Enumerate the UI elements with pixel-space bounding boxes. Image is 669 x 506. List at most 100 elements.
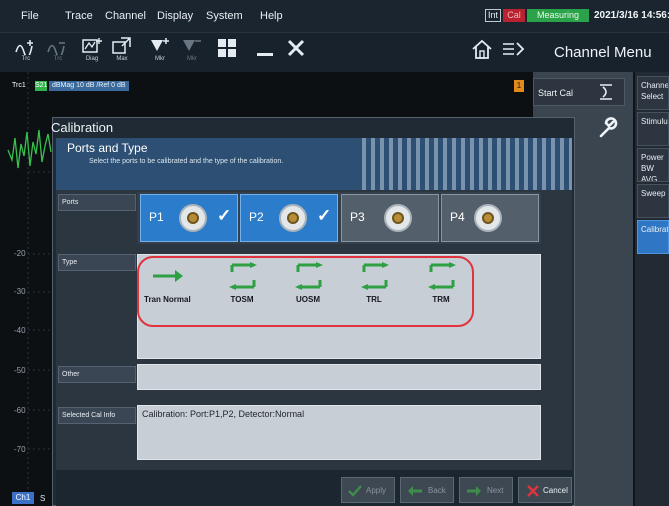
- marker-add-label: Mkr: [155, 56, 165, 62]
- trace-remove-label: Trc: [53, 56, 63, 62]
- start-cal-button[interactable]: Start Cal: [533, 78, 625, 106]
- menu-system[interactable]: System: [206, 10, 243, 22]
- wrench-icon: [599, 117, 618, 138]
- maximize-button[interactable]: Max: [108, 34, 136, 70]
- dialog-title: Calibration: [51, 120, 114, 135]
- next-button[interactable]: Next: [459, 477, 513, 503]
- back-button[interactable]: Back: [400, 477, 454, 503]
- diagram-button[interactable]: Diag: [78, 34, 106, 70]
- type-tosm[interactable]: TOSM: [224, 262, 260, 304]
- port-label: P2: [249, 210, 264, 224]
- home-icon: [472, 39, 492, 59]
- menu-trace[interactable]: Trace: [65, 10, 93, 22]
- other-group: [137, 364, 541, 390]
- sweep-button[interactable]: Sweep: [637, 184, 669, 218]
- menu-file[interactable]: File: [21, 10, 39, 22]
- cancel-button[interactable]: Cancel: [518, 477, 572, 503]
- stimulus-button[interactable]: Stimulus: [637, 112, 669, 146]
- status-cal: Cal: [503, 9, 525, 22]
- type-label: TRM: [432, 295, 450, 304]
- calibration-label: Calibration: [641, 225, 669, 234]
- check-icon: ✓: [217, 206, 232, 225]
- selected-info-text: Calibration: Port:P1,P2, Detector:Normal: [142, 409, 305, 419]
- trace-add-label: Trc: [21, 56, 31, 62]
- power-bw-avg-label: Power BW AVG: [641, 153, 664, 182]
- close-icon: [527, 485, 539, 497]
- trace-param[interactable]: S21: [35, 81, 47, 91]
- ports-row-label: Ports: [58, 194, 136, 211]
- channel-menu-title: Channel Menu: [554, 44, 652, 61]
- channel-tab[interactable]: Ch1: [12, 492, 34, 504]
- dialog-description: Select the ports to be calibrated and th…: [89, 158, 284, 165]
- datetime: 2021/3/16 14:56:: [594, 10, 669, 21]
- type-tran-normal[interactable]: Tran Normal: [144, 262, 191, 304]
- menu-channel[interactable]: Channel: [105, 10, 146, 22]
- marker-remove-label: Mkr: [187, 56, 197, 62]
- cancel-label: Cancel: [543, 486, 568, 495]
- calibration-icon: [600, 84, 612, 100]
- apply-label: Apply: [366, 486, 387, 495]
- back-label: Back: [428, 486, 446, 495]
- stimulus-label: Stimulus: [641, 117, 669, 126]
- arrow-left-icon: [408, 486, 422, 496]
- two-port-cal-icon: [361, 262, 389, 290]
- status-measuring: Measuring: [527, 9, 589, 22]
- next-label: Next: [487, 486, 504, 495]
- port-p3-button[interactable]: P3: [341, 194, 439, 242]
- y-tick: -70: [14, 445, 26, 454]
- windows-button[interactable]: [213, 34, 241, 70]
- sweep-label: Sweep: [641, 189, 666, 198]
- check-icon: [348, 485, 362, 497]
- apply-button[interactable]: Apply: [341, 477, 395, 503]
- connector-icon: [179, 204, 207, 232]
- marker-add-icon: [151, 38, 169, 51]
- y-tick: -20: [14, 249, 26, 258]
- channel-suffix: S: [40, 494, 46, 503]
- diagram-icon: [82, 38, 102, 53]
- two-port-cal-icon: [428, 262, 456, 290]
- trace-remove-button[interactable]: Trc: [44, 34, 72, 70]
- port-label: P3: [350, 210, 365, 224]
- trace-remove-icon: [47, 42, 65, 55]
- port-p2-button[interactable]: P2 ✓: [240, 194, 338, 242]
- arrow-right-icon: [467, 486, 481, 496]
- type-label: Tran Normal: [144, 295, 191, 304]
- y-tick: -30: [14, 287, 26, 296]
- menu-expand-button[interactable]: [500, 34, 528, 70]
- y-tick: -40: [14, 326, 26, 335]
- marker-remove-icon: [183, 40, 201, 51]
- other-row-label: Other: [58, 366, 136, 383]
- channel-select-label: Channel Select: [641, 81, 669, 101]
- type-uosm[interactable]: UOSM: [290, 262, 326, 304]
- menu-display[interactable]: Display: [157, 10, 193, 22]
- channel-select-button[interactable]: Channel Select: [637, 76, 669, 110]
- trace-add-button[interactable]: Trc: [12, 34, 40, 70]
- header-stripes: [362, 138, 572, 190]
- type-trm[interactable]: TRM: [423, 262, 459, 304]
- port-p4-button[interactable]: P4: [441, 194, 539, 242]
- marker-badge[interactable]: 1: [514, 80, 524, 92]
- menu-help[interactable]: Help: [260, 10, 283, 22]
- marker-remove-button[interactable]: Mkr: [178, 34, 206, 70]
- menu-bar: File Trace Channel Display System Help I…: [0, 0, 669, 32]
- marker-add-button[interactable]: Mkr: [146, 34, 174, 70]
- minimize-icon: [257, 53, 273, 56]
- selected-info-row-label: Selected Cal Info: [58, 407, 136, 424]
- connector-icon: [474, 204, 502, 232]
- type-label: TRL: [366, 295, 382, 304]
- minimize-button[interactable]: [251, 34, 279, 70]
- trace-name[interactable]: Trc1: [12, 82, 26, 89]
- home-button[interactable]: [468, 34, 496, 70]
- arrow-right-icon: [153, 270, 184, 282]
- maximize-label: Max: [116, 56, 128, 62]
- type-label: UOSM: [296, 295, 320, 304]
- calibration-button[interactable]: Calibration: [637, 220, 669, 254]
- type-trl[interactable]: TRL: [356, 262, 392, 304]
- power-bw-avg-button[interactable]: Power BW AVG: [637, 148, 669, 182]
- close-button[interactable]: [282, 34, 310, 70]
- type-row-label: Type: [58, 254, 136, 271]
- trace-format[interactable]: dBMag 10 dB /Ref 0 dB: [49, 81, 129, 91]
- maximize-icon: [112, 37, 131, 54]
- dialog-subtitle: Ports and Type: [67, 141, 148, 155]
- port-p1-button[interactable]: P1 ✓: [140, 194, 238, 242]
